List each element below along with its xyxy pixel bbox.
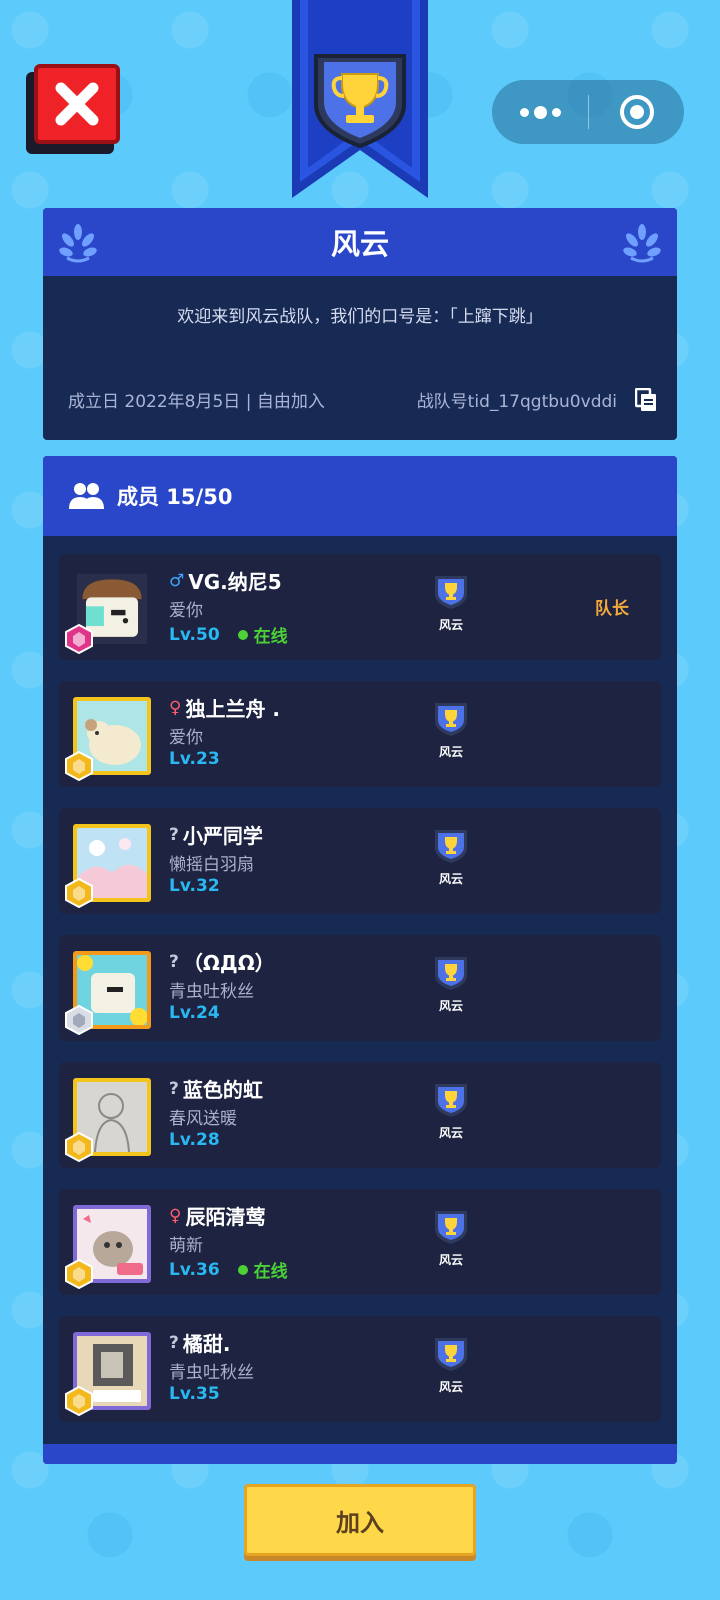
member-level-row: Lv.28 (169, 1130, 220, 1150)
member-level: Lv.23 (169, 749, 220, 769)
more-button[interactable] (492, 80, 588, 144)
gender-unknown-icon: ? (169, 1332, 179, 1353)
online-status: 在线 (237, 622, 288, 647)
team-id: 战队号tid_17qgtbu0vddi (416, 392, 617, 412)
trophy-shield-icon (435, 1211, 467, 1244)
member-level-row: Lv.50 在线 (169, 622, 288, 648)
gender-unknown-icon: ? (169, 824, 179, 845)
member-name: ? （ΩДΩ） (169, 951, 275, 975)
close-icon (55, 82, 99, 126)
target-icon (619, 95, 654, 129)
member-signature: 爱你 (169, 601, 203, 621)
rank-badge-icon (65, 1132, 93, 1162)
gender-female-icon: ♀ (169, 697, 182, 718)
trophy-shield-icon (435, 703, 467, 736)
members-title: 成员 15/50 (117, 485, 233, 509)
member-level-row: Lv.24 (169, 1003, 220, 1023)
member-name: ♀ 独上兰舟 . (169, 697, 281, 721)
online-status: 在线 (237, 1257, 288, 1282)
more-dots-icon (519, 107, 529, 117)
member-team: 风云 (431, 1082, 471, 1141)
team-id-group: 战队号tid_17qgtbu0vddi (417, 387, 657, 412)
member-team: 风云 (431, 1209, 471, 1268)
member-level-row: Lv.36 在线 (169, 1257, 288, 1283)
team-header: 风云 (43, 208, 677, 276)
member-level: Lv.36 (169, 1259, 220, 1280)
member-team: 风云 (431, 701, 471, 760)
gender-female-icon: ♀ (169, 1205, 182, 1226)
trophy-shield-icon (435, 830, 467, 863)
member-role: 队长 (595, 599, 629, 619)
member-name: ? 小严同学 (169, 824, 263, 848)
member-row[interactable]: ? 小严同学 懒摇白羽扇 Lv.32 风云 (59, 808, 661, 914)
rank-badge-icon (65, 878, 93, 908)
team-emblem-banner (290, 0, 430, 206)
member-level-row: Lv.35 (169, 1384, 220, 1404)
member-list: ♂ VG.纳尼5 爱你 Lv.50 在线 风云 队长 ♀ 独上兰舟 . 爱你 L… (59, 554, 661, 1443)
member-level-row: Lv.23 (169, 749, 220, 769)
team-info-panel: 风云 欢迎来到风云战队，我们的口号是：「上蹿下跳」 成立日 2022年8月5日 … (43, 208, 677, 440)
laurel-left-icon (59, 224, 97, 263)
member-name: ♂ VG.纳尼5 (169, 570, 282, 594)
close-button-face[interactable] (34, 64, 120, 144)
members-panel-footer (43, 1444, 677, 1464)
member-row[interactable]: ♂ VG.纳尼5 爱你 Lv.50 在线 风云 队长 (59, 554, 661, 660)
rank-badge-icon (65, 1386, 93, 1416)
rank-badge-icon (65, 1005, 93, 1035)
member-signature: 爱你 (169, 728, 203, 748)
member-level: Lv.35 (169, 1384, 220, 1404)
trophy-shield-icon (435, 1084, 467, 1117)
trophy-shield-icon (435, 1338, 467, 1371)
member-name: ? 蓝色的虹 (169, 1078, 263, 1102)
member-name: ♀ 辰陌清莺 (169, 1205, 266, 1229)
team-footer: 成立日 2022年8月5日 | 自由加入 战队号tid_17qgtbu0vddi (68, 387, 657, 412)
join-button[interactable]: 加入 (244, 1484, 476, 1556)
member-row[interactable]: ? 蓝色的虹 春风送暖 Lv.28 风云 (59, 1062, 661, 1168)
laurel-right-icon (623, 224, 661, 263)
member-level-row: Lv.32 (169, 876, 220, 896)
member-team: 风云 (431, 1336, 471, 1395)
team-slogan: 欢迎来到风云战队，我们的口号是：「上蹿下跳」 (177, 307, 543, 327)
member-level: Lv.24 (169, 1003, 220, 1023)
trophy-shield-icon (314, 54, 406, 149)
member-row[interactable]: ♀ 独上兰舟 . 爱你 Lv.23 风云 (59, 681, 661, 787)
team-name: 风云 (330, 227, 389, 261)
member-name: ? 橘甜. (169, 1332, 231, 1356)
gender-male-icon: ♂ (169, 570, 185, 591)
member-signature: 青虫吐秋丝 (169, 1363, 254, 1383)
member-signature: 萌新 (169, 1236, 203, 1256)
member-level: Lv.28 (169, 1130, 220, 1150)
member-team: 风云 (431, 955, 471, 1014)
member-level: Lv.50 (169, 624, 220, 645)
member-team: 风云 (431, 828, 471, 887)
online-dot-icon (237, 1264, 248, 1275)
miniapp-capsule (492, 80, 684, 144)
online-dot-icon (237, 629, 248, 640)
gender-unknown-icon: ? (169, 1078, 179, 1099)
trophy-shield-icon (435, 957, 467, 990)
member-signature: 懒摇白羽扇 (169, 855, 254, 875)
exit-miniapp-button[interactable] (589, 80, 684, 144)
rank-badge-icon (65, 624, 93, 654)
gender-unknown-icon: ? (169, 951, 179, 972)
member-signature: 春风送暖 (169, 1109, 237, 1129)
members-header: 成员 15/50 (43, 456, 677, 536)
founded-info: 成立日 2022年8月5日 | 自由加入 (68, 392, 325, 412)
rank-badge-icon (65, 751, 93, 781)
close-button[interactable] (26, 64, 120, 154)
trophy-shield-icon (435, 576, 467, 609)
member-signature: 青虫吐秋丝 (169, 982, 254, 1002)
member-row[interactable]: ? 橘甜. 青虫吐秋丝 Lv.35 风云 (59, 1316, 661, 1422)
rank-badge-icon (65, 1259, 93, 1289)
copy-icon[interactable] (635, 387, 657, 412)
member-row[interactable]: ? （ΩДΩ） 青虫吐秋丝 Lv.24 风云 (59, 935, 661, 1041)
group-icon (69, 483, 104, 509)
members-panel: 成员 15/50 ♂ VG.纳尼5 爱你 Lv.50 在线 风云 队长 ♀ 独上… (43, 456, 677, 1464)
member-row[interactable]: ♀ 辰陌清莺 萌新 Lv.36 在线 风云 (59, 1189, 661, 1295)
member-team: 风云 (431, 574, 471, 633)
member-level: Lv.32 (169, 876, 220, 896)
